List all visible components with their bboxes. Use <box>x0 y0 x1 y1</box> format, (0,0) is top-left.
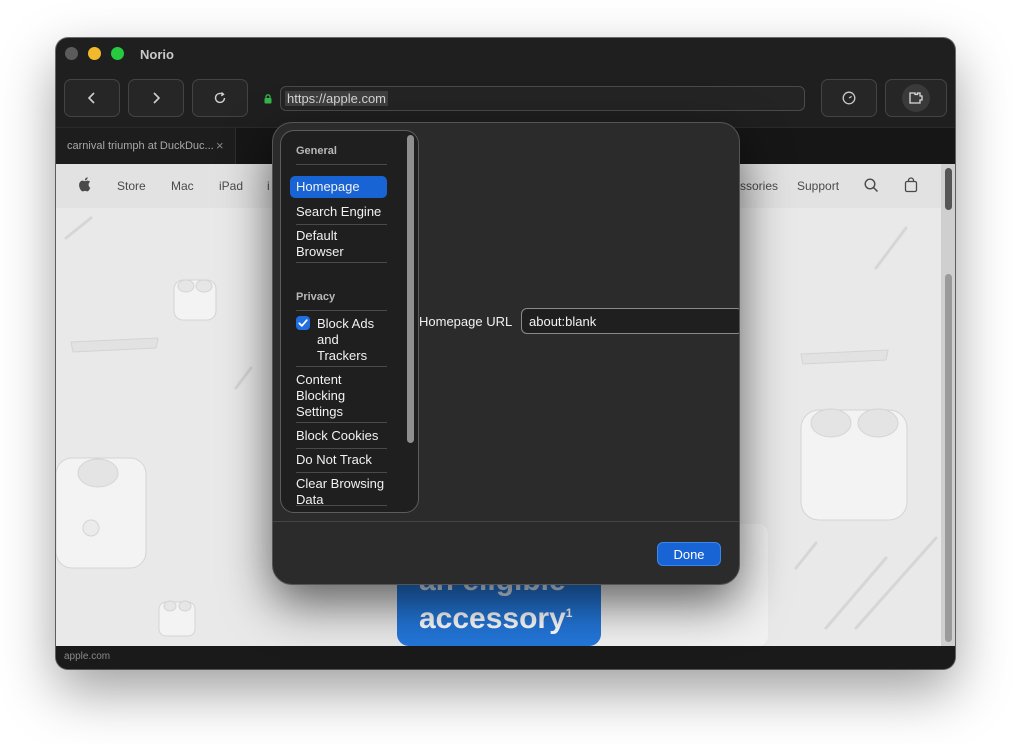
divider <box>296 505 387 506</box>
divider <box>296 164 387 165</box>
tab[interactable]: carnival triumph at DuckDuc... × <box>56 128 236 165</box>
divider <box>296 472 387 473</box>
status-text: apple.com <box>64 651 111 662</box>
settings-sheet: General Homepage Search Engine Default B… <box>272 122 740 585</box>
sidebar-item-do-not-track[interactable]: Do Not Track <box>290 452 387 468</box>
back-button[interactable] <box>64 79 120 117</box>
window-title: Norio <box>140 47 174 62</box>
nav-link-store[interactable]: Store <box>117 179 146 193</box>
shopping-bag-icon[interactable] <box>904 177 918 193</box>
divider <box>296 448 387 449</box>
nav-link-ipad[interactable]: iPad <box>219 179 243 193</box>
divider <box>296 422 387 423</box>
forward-button[interactable] <box>128 79 184 117</box>
close-window-button[interactable] <box>65 47 78 60</box>
nav-link-support[interactable]: Support <box>797 179 839 193</box>
sidebar-item-homepage[interactable]: Homepage <box>290 176 387 198</box>
homepage-url-value: about:blank <box>529 314 597 329</box>
reload-icon <box>214 91 226 104</box>
chevron-left-icon <box>87 92 95 104</box>
settings-sidebar[interactable]: General Homepage Search Engine Default B… <box>280 130 419 513</box>
sidebar-item-block-ads[interactable]: Block Ads and Trackers <box>311 316 381 364</box>
homepage-url-input[interactable]: about:blank <box>521 308 739 334</box>
title-bar: Norio <box>56 38 955 72</box>
speedometer-icon <box>842 91 856 105</box>
extension-badge <box>902 84 930 112</box>
checkmark-icon <box>298 319 308 327</box>
promo-line-2-text: accessory <box>419 602 566 635</box>
apple-logo-icon[interactable] <box>78 176 92 192</box>
section-header-privacy: Privacy <box>296 291 336 303</box>
reload-button[interactable] <box>192 79 248 117</box>
sidebar-item-clear-browsing-data[interactable]: Clear Browsing Data <box>290 476 387 508</box>
divider <box>296 310 387 311</box>
footer-divider <box>273 521 739 522</box>
page-scrollbar-lower <box>945 274 952 642</box>
nav-link-iphone-partial[interactable]: i <box>267 179 270 193</box>
puzzle-icon <box>909 92 923 104</box>
tab-close-icon[interactable]: × <box>216 138 224 153</box>
sidebar-item-block-cookies[interactable]: Block Cookies <box>290 428 387 444</box>
homepage-url-label: Homepage URL <box>419 314 513 329</box>
done-button[interactable]: Done <box>657 542 721 566</box>
tab-label: carnival triumph at DuckDuc... <box>67 140 214 152</box>
sidebar-item-search-engine[interactable]: Search Engine <box>290 204 387 220</box>
address-bar[interactable]: https://apple.com <box>280 86 805 111</box>
nav-link-accessories-partial[interactable]: ssories <box>740 179 778 193</box>
divider <box>296 262 387 263</box>
nav-link-mac[interactable]: Mac <box>171 179 194 193</box>
promo-line-2: accessory1 <box>419 602 572 636</box>
sidebar-item-content-blocking[interactable]: Content Blocking Settings <box>290 372 370 420</box>
divider <box>296 366 387 367</box>
address-text[interactable]: https://apple.com <box>285 91 388 106</box>
minimize-window-button[interactable] <box>88 47 101 60</box>
status-bar: apple.com <box>56 646 955 669</box>
chevron-right-icon <box>153 92 161 104</box>
content-blocker-button[interactable] <box>885 79 947 117</box>
sidebar-item-default-browser[interactable]: Default Browser <box>290 228 370 260</box>
divider <box>296 224 387 225</box>
lock-icon <box>264 94 272 104</box>
search-icon[interactable] <box>864 178 879 193</box>
maximize-window-button[interactable] <box>111 47 124 60</box>
section-header-general: General <box>296 145 337 157</box>
page-scrollbar[interactable] <box>941 164 955 646</box>
extension-button[interactable] <box>821 79 877 117</box>
promo-footnote: 1 <box>565 606 573 620</box>
sidebar-scrollbar[interactable] <box>407 135 414 443</box>
block-ads-checkbox[interactable] <box>296 316 310 330</box>
page-scrollbar-thumb[interactable] <box>945 168 952 210</box>
